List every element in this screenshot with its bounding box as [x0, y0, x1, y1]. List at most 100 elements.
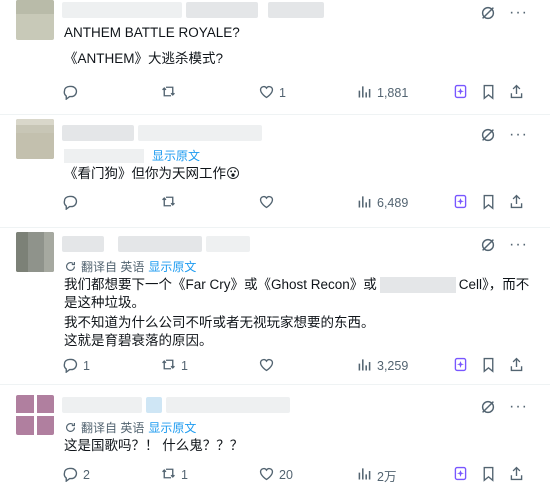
- show-original-link[interactable]: 显示原文: [148, 419, 196, 436]
- bookmark-button[interactable]: [480, 464, 497, 486]
- views-count: 2万: [377, 469, 397, 484]
- username[interactable]: [62, 2, 182, 18]
- reply-button[interactable]: 1: [62, 355, 90, 377]
- more-icon[interactable]: ···: [509, 4, 528, 22]
- avatar[interactable]: [16, 232, 54, 272]
- repost-icon: [160, 193, 177, 213]
- share-button[interactable]: [508, 355, 525, 377]
- share-button[interactable]: [508, 192, 525, 214]
- reply-button[interactable]: [62, 82, 83, 104]
- repost-icon: [160, 356, 177, 376]
- handle[interactable]: [118, 236, 202, 252]
- grok-icon[interactable]: [479, 398, 497, 416]
- share-button[interactable]: [508, 82, 525, 104]
- username[interactable]: [62, 236, 104, 252]
- redacted-text: [379, 277, 456, 294]
- handle[interactable]: [138, 125, 262, 141]
- grok-icon[interactable]: [479, 236, 497, 254]
- reply-button[interactable]: 2: [62, 464, 90, 486]
- show-original-link[interactable]: 显示原文: [148, 258, 196, 275]
- repost-icon: [160, 465, 177, 485]
- heart-icon: [258, 83, 275, 103]
- bookmark-button[interactable]: [480, 355, 497, 377]
- views-button[interactable]: 2万: [356, 464, 396, 486]
- username[interactable]: [62, 397, 142, 413]
- grok-icon[interactable]: [479, 126, 497, 144]
- action-bar: 6,489: [56, 192, 526, 214]
- views-button[interactable]: 6,489: [356, 192, 408, 214]
- translate-icon: [64, 260, 77, 273]
- views-icon: [356, 193, 373, 213]
- tweet-text-line: 我不知道为什么公司不听或者无视玩家想要的东西。: [64, 315, 375, 330]
- grok-icon[interactable]: [479, 4, 497, 22]
- translation-meta: 显示原文: [64, 147, 200, 164]
- verified-badge: [146, 397, 162, 413]
- reply-icon: [62, 356, 79, 376]
- avatar[interactable]: [16, 119, 54, 159]
- like-button[interactable]: [258, 355, 279, 377]
- share-button[interactable]: [508, 464, 525, 486]
- username[interactable]: [62, 125, 134, 141]
- tweet-text-line: 这就是育碧衰落的原因。: [64, 333, 213, 348]
- views-icon: [356, 83, 373, 103]
- share-icon: [508, 356, 525, 376]
- tweet-4[interactable]: ··· 翻译自 英语 显示原文 这是国歌吗？！ 什么鬼？？？ 2 1 20 2万: [0, 385, 550, 498]
- like-button[interactable]: 1: [258, 82, 286, 104]
- avatar[interactable]: [16, 0, 54, 40]
- blurred-label: [64, 148, 144, 163]
- tweet-text-line: ANTHEM BATTLE ROYALE?: [64, 25, 240, 40]
- share-icon: [508, 83, 525, 103]
- tweet-text-line: 是这种垃圾。: [64, 295, 145, 310]
- repost-button[interactable]: [160, 82, 181, 104]
- tweet-text-line: 我们都想要下一个《Far Cry》或《Ghost Recon》或 Cell》，而不: [64, 276, 534, 294]
- avatar[interactable]: [16, 395, 54, 435]
- repost-button[interactable]: 1: [160, 355, 188, 377]
- views-count: 1,881: [377, 86, 409, 100]
- handle[interactable]: [186, 2, 258, 18]
- grok-icon: [452, 193, 469, 213]
- reply-button[interactable]: [62, 192, 83, 214]
- more-icon[interactable]: ···: [509, 398, 528, 416]
- bookmark-button[interactable]: [480, 192, 497, 214]
- show-original-link[interactable]: 显示原文: [152, 147, 200, 164]
- grok-button[interactable]: [452, 82, 469, 104]
- like-button[interactable]: [258, 192, 279, 214]
- tweet-text-line: 这是国歌吗？！ 什么鬼？？？: [64, 438, 244, 453]
- views-button[interactable]: 3,259: [356, 355, 408, 377]
- grok-icon: [452, 83, 469, 103]
- share-icon: [508, 465, 525, 485]
- tweet-1[interactable]: ··· ANTHEM BATTLE ROYALE? 《ANTHEM》大逃杀模式?…: [0, 0, 550, 115]
- like-button[interactable]: 20: [258, 464, 293, 486]
- tweet-2[interactable]: ··· 显示原文 《看门狗》但你为天网工作😮 6,489: [0, 115, 550, 228]
- more-icon[interactable]: ···: [509, 236, 528, 254]
- grok-button[interactable]: [452, 355, 469, 377]
- grok-icon: [452, 465, 469, 485]
- views-button[interactable]: 1,881: [356, 82, 408, 104]
- grok-button[interactable]: [452, 192, 469, 214]
- reply-icon: [62, 193, 79, 213]
- repost-count: 1: [181, 359, 188, 373]
- views-icon: [356, 465, 373, 485]
- heart-icon: [258, 193, 275, 213]
- tweet-3[interactable]: ··· 翻译自 英语 显示原文 我们都想要下一个《Far Cry》或《Ghost…: [0, 228, 550, 385]
- translation-meta: 翻译自 英语 显示原文: [64, 419, 196, 436]
- bookmark-icon: [480, 83, 497, 103]
- timestamp[interactable]: [206, 236, 250, 252]
- repost-button[interactable]: [160, 192, 181, 214]
- heart-icon: [258, 465, 275, 485]
- repost-count: 1: [181, 468, 188, 482]
- views-count: 3,259: [377, 359, 409, 373]
- more-icon[interactable]: ···: [509, 126, 528, 144]
- timestamp[interactable]: [268, 2, 324, 18]
- bookmark-icon: [480, 356, 497, 376]
- bookmark-icon: [480, 193, 497, 213]
- bookmark-button[interactable]: [480, 82, 497, 104]
- views-count: 6,489: [377, 196, 409, 210]
- handle[interactable]: [166, 397, 290, 413]
- grok-button[interactable]: [452, 464, 469, 486]
- repost-icon: [160, 83, 177, 103]
- grok-icon: [452, 356, 469, 376]
- action-bar: 2 1 20 2万: [56, 464, 526, 486]
- action-bar: 1 1,881: [56, 82, 526, 104]
- repost-button[interactable]: 1: [160, 464, 188, 486]
